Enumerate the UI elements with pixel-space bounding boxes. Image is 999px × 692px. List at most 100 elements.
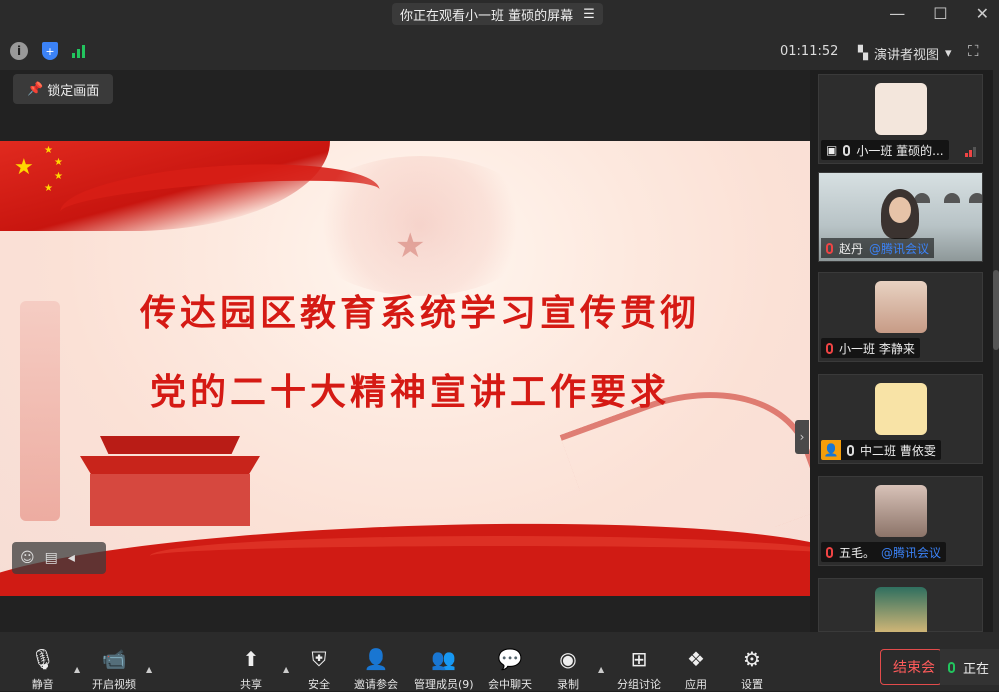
speaking-indicator: 正在: [940, 649, 999, 685]
gear-icon: ⚙: [743, 647, 761, 671]
star-icon: ★: [395, 226, 426, 266]
presentation-slide: ★ ★ ★ ★ ★ ★ 传达园区教育系统学习宣传贯彻 党的二十大精神宣讲工作要求: [0, 141, 810, 596]
chevron-up-icon[interactable]: ▲: [598, 665, 604, 674]
avatar: [875, 383, 927, 435]
participant-tile[interactable]: 五毛。 @腾讯会议: [818, 476, 983, 566]
slide-title-line-1: 传达园区教育系统学习宣传贯彻: [139, 292, 700, 334]
participant-tile[interactable]: ▣ 小一班 董硕的...: [818, 74, 983, 164]
user-icon: 👤: [821, 440, 841, 460]
breakout-icon: ⊞: [630, 647, 648, 671]
participant-name: 中二班 曹依雯: [860, 443, 936, 458]
star-icon: ★: [44, 145, 53, 156]
shield-icon: ⛨: [311, 647, 327, 671]
speaking-label: 正在: [963, 661, 990, 677]
participant-tile[interactable]: [818, 578, 983, 639]
star-icon: ★: [44, 183, 53, 194]
participant-name: 小一班 李静来: [839, 341, 915, 356]
microphone-muted-icon: [826, 342, 833, 354]
layout-icon: ▚: [858, 46, 868, 61]
minimize-button[interactable]: —: [889, 4, 905, 23]
screen-share-icon: ⬆: [242, 647, 260, 671]
screen-share-icon: ▣: [826, 143, 838, 157]
maximize-button[interactable]: ☐: [933, 4, 947, 23]
comment-icon[interactable]: ▤: [45, 550, 58, 566]
emoji-icon[interactable]: ☺: [20, 550, 35, 566]
chat-button[interactable]: 💬 会中聊天: [488, 648, 532, 692]
participant-list: ▣ 小一班 董硕的... 赵丹 @腾讯会议 小一班 李静来 👤 中二班 曹依雯: [810, 70, 999, 639]
info-icon[interactable]: i: [10, 42, 28, 60]
participant-video-tile[interactable]: 赵丹 @腾讯会议: [818, 172, 983, 262]
microphone-icon: 🎙: [30, 647, 56, 671]
apps-button[interactable]: ❖ 应用: [685, 648, 707, 692]
start-video-button[interactable]: 📹 开启视频: [92, 648, 136, 692]
star-icon: ★: [54, 157, 63, 168]
list-icon[interactable]: ☰: [583, 7, 595, 22]
breakout-button[interactable]: ⊞ 分组讨论: [617, 648, 661, 692]
annotation-toolbar: ☺ ▤ ◂: [12, 542, 106, 574]
members-label: 管理成员(9): [414, 678, 474, 691]
collapse-left-icon[interactable]: ◂: [68, 550, 75, 566]
chevron-up-icon[interactable]: ▲: [283, 665, 289, 674]
members-icon: 👥: [431, 647, 457, 671]
shield-icon[interactable]: +: [42, 42, 58, 60]
tiananmen-gate-decoration: [80, 436, 260, 526]
status-bar: i +: [0, 34, 999, 70]
end-meeting-button[interactable]: 结束会: [880, 649, 942, 685]
manage-members-button[interactable]: 👥 管理成员(9): [414, 648, 474, 692]
meeting-toolbar: 🎙 静音 ▲ 📹 开启视频 ▲ ⬆ 共享 ▲ ⛨ 安全 👤 邀请参会 👥 管理成…: [0, 632, 999, 691]
chevron-up-icon[interactable]: ▲: [146, 665, 152, 674]
chat-label: 会中聊天: [488, 678, 532, 691]
chevron-down-icon: ▾: [945, 46, 952, 61]
participant-tile[interactable]: 👤 中二班 曹依雯: [818, 374, 983, 464]
chat-icon: 💬: [497, 647, 523, 671]
avatar: [875, 485, 927, 537]
share-label: 共享: [240, 678, 262, 691]
star-icon: ★: [14, 155, 34, 180]
participant-tag: @腾讯会议: [881, 545, 942, 560]
viewing-screen-indicator[interactable]: 你正在观看小一班 董硕的屏幕 ☰: [392, 3, 603, 25]
apps-label: 应用: [685, 678, 707, 691]
fullscreen-icon[interactable]: ⛶: [968, 42, 979, 60]
participant-name: 赵丹: [839, 241, 864, 256]
participant-tag: @腾讯会议: [869, 241, 930, 256]
chevron-up-icon[interactable]: ▲: [74, 665, 80, 674]
video-label: 开启视频: [92, 678, 136, 691]
sidebar-toggle-handle[interactable]: ›: [795, 420, 809, 454]
mute-label: 静音: [31, 678, 54, 691]
ceiling-lamp: [944, 193, 960, 203]
sidebar-scrollbar[interactable]: [993, 70, 999, 632]
record-button[interactable]: ◉ 录制: [557, 648, 579, 692]
lock-screen-label: 锁定画面: [47, 83, 100, 99]
record-icon: ◉: [559, 647, 577, 671]
microphone-icon: [843, 144, 851, 156]
participant-name: 五毛。: [839, 545, 876, 560]
lock-screen-button[interactable]: 📌 锁定画面: [13, 74, 114, 104]
microphone-muted-icon: [826, 242, 833, 254]
signal-icon: [965, 147, 976, 157]
breakout-label: 分组讨论: [617, 678, 661, 691]
microphone-icon: [847, 444, 854, 456]
invite-label: 邀请参会: [354, 678, 398, 691]
slide-title-line-2: 党的二十大精神宣讲工作要求: [149, 371, 670, 413]
participant-tile[interactable]: 小一班 李静来: [818, 272, 983, 362]
avatar: [875, 281, 927, 333]
security-label: 安全: [308, 678, 330, 691]
settings-button[interactable]: ⚙ 设置: [741, 648, 763, 692]
view-mode-label: 演讲者视图: [874, 48, 940, 63]
pin-icon: 📌: [27, 81, 44, 97]
shared-screen-area: 📌 锁定画面 ★ ★ ★ ★ ★ ★ 传达园区教育系统学习宣传贯彻 党的二十大精…: [0, 70, 810, 632]
share-button[interactable]: ⬆ 共享: [240, 648, 262, 692]
speaker-view-dropdown[interactable]: ▚ 演讲者视图 ▾: [858, 44, 952, 63]
avatar: [875, 83, 927, 135]
meeting-timer: 01:11:52: [780, 44, 839, 59]
add-user-icon: 👤: [363, 647, 389, 671]
star-icon: ★: [54, 171, 63, 182]
signal-icon[interactable]: [72, 44, 85, 58]
mute-button[interactable]: 🎙 静音: [30, 648, 55, 692]
microphone-muted-icon: [826, 546, 833, 558]
close-button[interactable]: ✕: [976, 4, 989, 23]
record-label: 录制: [557, 678, 579, 691]
settings-label: 设置: [741, 678, 763, 691]
security-button[interactable]: ⛨ 安全: [308, 648, 330, 692]
invite-button[interactable]: 👤 邀请参会: [354, 648, 398, 692]
